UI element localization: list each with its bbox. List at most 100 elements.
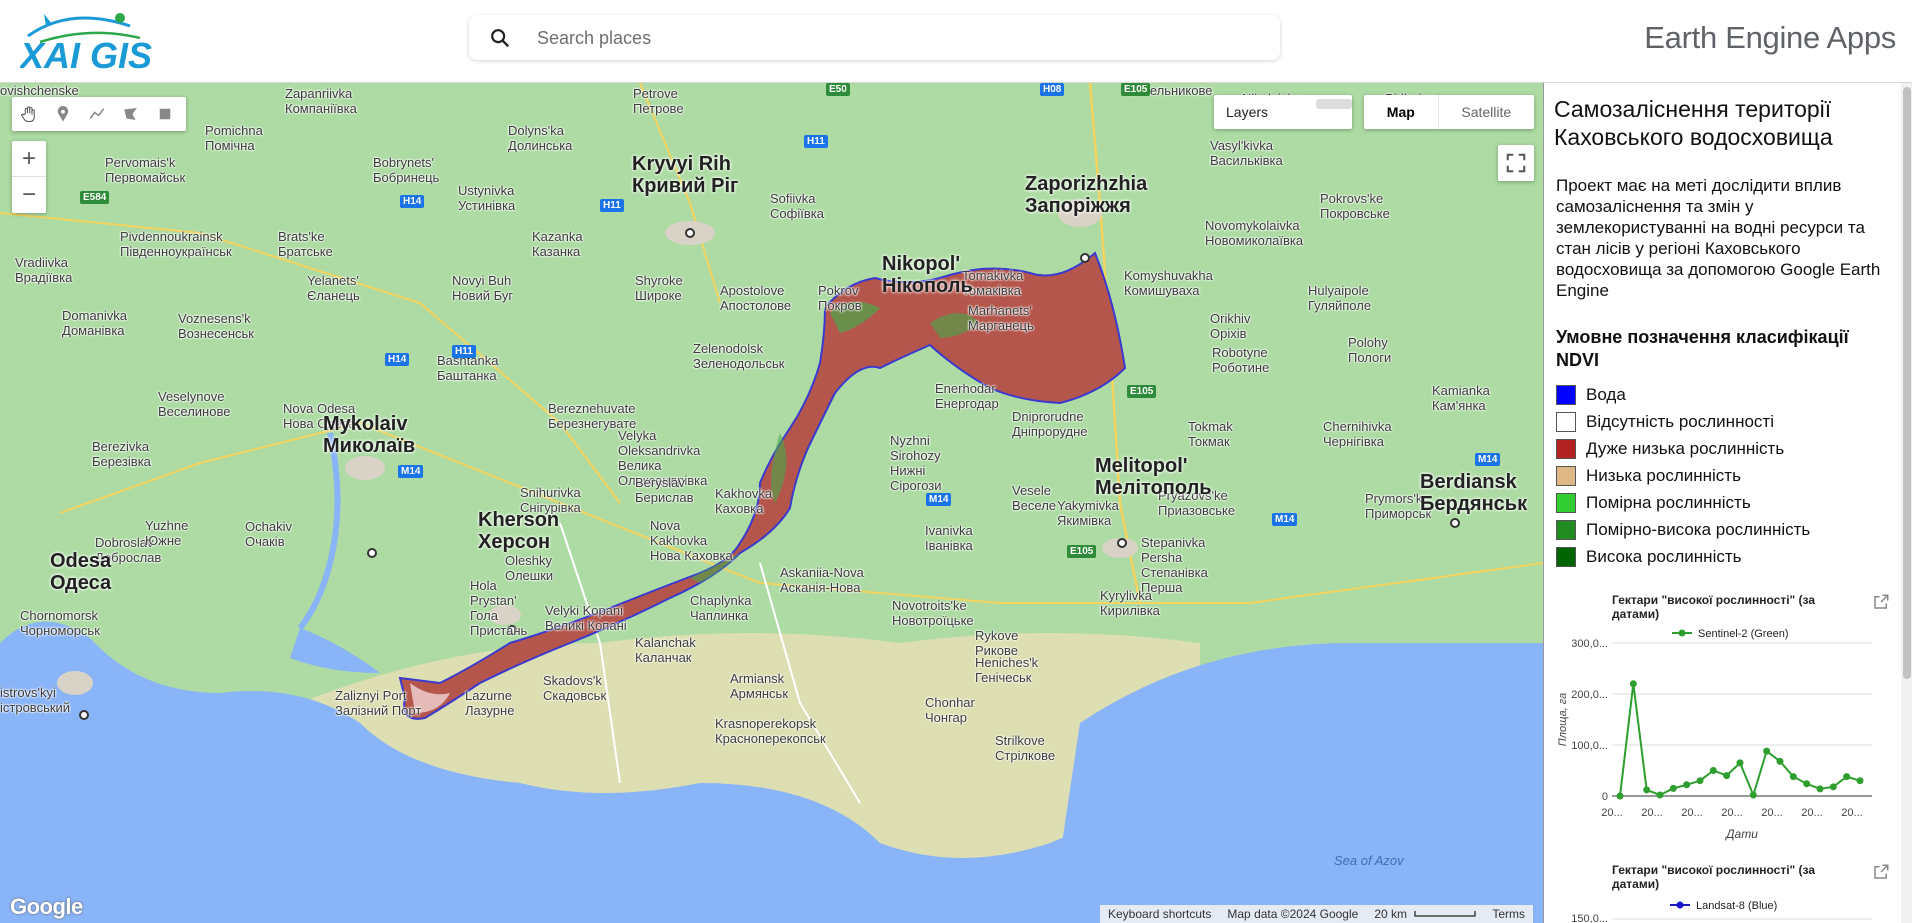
place-label[interactable]: Vesele Веселе: [1012, 483, 1056, 513]
city-label[interactable]: Kryvyi Rih Кривий Ріг: [632, 153, 738, 197]
place-label[interactable]: Domanivka Доманівка: [62, 308, 127, 338]
place-label[interactable]: Askaniia-Nova Асканія-Нова: [780, 565, 864, 595]
fullscreen-icon[interactable]: [1498, 145, 1534, 181]
place-label[interactable]: Yelanets' Єланець: [307, 273, 360, 303]
legend-label: Помірно-висока рослинність: [1586, 519, 1811, 539]
city-label[interactable]: Kherson Херсон: [478, 509, 559, 553]
place-label[interactable]: Beryslav Берислав: [635, 475, 693, 505]
place-label[interactable]: Yuzhne Южне: [145, 518, 188, 548]
place-label[interactable]: Komyshuvakha Комишуваха: [1124, 268, 1213, 298]
place-label[interactable]: Voznesens'k Вознесенськ: [178, 311, 254, 341]
place-label[interactable]: Kyrylivka Кирилівка: [1100, 588, 1160, 618]
place-label[interactable]: Chonhar Чонгар: [925, 695, 975, 725]
place-label[interactable]: Orikhiv Оріхів: [1210, 311, 1250, 341]
place-label[interactable]: Veselynove Веселинове: [158, 389, 230, 419]
place-label[interactable]: Pokrovs'ke Покровське: [1320, 191, 1390, 221]
map-type-map-button[interactable]: Map: [1364, 95, 1438, 129]
place-label[interactable]: Bobrynets' Бобринець: [373, 155, 439, 185]
place-label[interactable]: Bereznehuvate Березнегувате: [548, 401, 636, 431]
zoom-in-button[interactable]: +: [12, 141, 46, 177]
place-label[interactable]: Pivdennoukrainsk Південноукраїнськ: [120, 229, 232, 259]
place-label[interactable]: Yakymivka Якимівка: [1057, 498, 1119, 528]
place-label[interactable]: Hola Prystan' Гола Пристань: [470, 578, 527, 638]
place-label[interactable]: Enerhodar Енергодар: [935, 381, 999, 411]
zoom-out-button[interactable]: −: [12, 177, 46, 213]
place-label[interactable]: Krasnoperekopsk Красноперекопськ: [715, 716, 826, 746]
place-label[interactable]: Shyroke Широке: [635, 273, 683, 303]
place-label[interactable]: Stepanivka Persha Степанівка Перша: [1141, 535, 1208, 595]
place-label[interactable]: Pervomais'k Первомайськ: [105, 155, 185, 185]
place-label[interactable]: Nyzhni Sirohozy Нижні Сірогози: [890, 433, 942, 493]
city-label[interactable]: Berdiansk Бердянськ: [1420, 471, 1527, 515]
place-label[interactable]: Sofiivka Софіївка: [770, 191, 824, 221]
place-label[interactable]: Kalanchak Каланчак: [635, 635, 696, 665]
place-label[interactable]: Zapanriivka Компаніївка: [285, 86, 357, 116]
place-label[interactable]: Chaplynka Чаплинка: [690, 593, 751, 623]
place-label[interactable]: Kamianka Кам'янка: [1432, 383, 1490, 413]
place-label[interactable]: Heniches'k Генічеськ: [975, 655, 1038, 685]
place-label[interactable]: Chernihivka Чернігівка: [1323, 419, 1392, 449]
earth-engine-apps-title[interactable]: Earth Engine Apps: [1644, 20, 1896, 56]
marker-icon[interactable]: [46, 97, 80, 131]
place-label[interactable]: Brats'ke Братське: [278, 229, 333, 259]
layers-slider[interactable]: [1316, 99, 1352, 109]
polygon-icon[interactable]: [114, 97, 148, 131]
place-label[interactable]: Nova Kakhovka Нова Каховка: [650, 518, 733, 563]
scale-bar[interactable]: 20 km: [1366, 905, 1484, 923]
map-type-satellite-button[interactable]: Satellite: [1437, 95, 1534, 129]
place-label[interactable]: Robotyne Роботине: [1212, 345, 1269, 375]
panel-scrollbar[interactable]: [1901, 83, 1912, 923]
search-input[interactable]: [535, 24, 1239, 52]
place-label[interactable]: Zaliznyi Port Залізний Порт: [335, 688, 421, 718]
place-label[interactable]: Novyi Buh Новий Буг: [452, 273, 513, 303]
place-label[interactable]: ovishchenske: [0, 83, 79, 98]
city-label[interactable]: Nikopol' Нікополь: [882, 253, 973, 297]
place-label[interactable]: Kakhovka Каховка: [715, 486, 772, 516]
scrollbar-thumb[interactable]: [1903, 87, 1911, 679]
google-logo[interactable]: Google: [10, 894, 83, 920]
place-label[interactable]: Zelenodolsk Зеленодольськ: [693, 341, 784, 371]
place-label[interactable]: Ustynivka Устинівка: [458, 183, 515, 213]
xai-gis-logo[interactable]: XAI GIS: [18, 8, 155, 76]
city-label[interactable]: Zaporizhzhia Запоріжжя: [1025, 173, 1147, 217]
place-label[interactable]: Vasyl'kivka Васильківка: [1210, 138, 1283, 168]
pan-hand-icon[interactable]: [12, 97, 46, 131]
city-label[interactable]: Melitopol' Мелітополь: [1095, 455, 1212, 499]
place-label[interactable]: Dolyns'ka Долинська: [508, 123, 572, 153]
search-box[interactable]: [469, 15, 1280, 60]
place-label[interactable]: Pomichna Помічна: [205, 123, 263, 153]
place-label[interactable]: Berezivka Березівка: [92, 439, 151, 469]
terms-link[interactable]: Terms: [1484, 905, 1533, 923]
search-icon[interactable]: [489, 27, 511, 49]
place-label[interactable]: Apostolove Апостолове: [720, 283, 791, 313]
place-label[interactable]: Kazanka Казанка: [532, 229, 583, 259]
city-label[interactable]: Mykolaiv Миколаїв: [323, 413, 415, 457]
place-label[interactable]: Armiansk Армянськ: [730, 671, 788, 701]
place-label[interactable]: Velyki Kopani Великі Копані: [545, 603, 627, 633]
place-label[interactable]: Ochakiv Очаків: [245, 519, 292, 549]
place-label[interactable]: Rykove Рикове: [975, 628, 1018, 658]
place-label[interactable]: Tokmak Токмак: [1188, 419, 1233, 449]
place-label[interactable]: istrovs'kyi істровський: [0, 685, 70, 715]
place-label[interactable]: Strilkove Стрілкове: [995, 733, 1055, 763]
place-label[interactable]: Chornomorsk Чорноморськ: [20, 608, 100, 638]
place-label[interactable]: Polohy Пологи: [1348, 335, 1391, 365]
place-label[interactable]: Ivanivka Іванівка: [925, 523, 973, 553]
place-label[interactable]: Pokrov Покров: [818, 283, 862, 313]
place-label[interactable]: Novotroits'ke Новотроїцьке: [892, 598, 974, 628]
city-label[interactable]: Odesa Одеса: [50, 550, 111, 594]
place-label[interactable]: Marhanets' Марганець: [968, 303, 1034, 333]
place-label[interactable]: Hulyaipole Гуляйполе: [1308, 283, 1371, 313]
data-point: [1696, 777, 1704, 785]
place-label[interactable]: Vradiivka Врадіївка: [15, 255, 72, 285]
place-label[interactable]: Petrove Петрове: [633, 86, 684, 116]
rectangle-icon[interactable]: [148, 97, 182, 131]
place-label[interactable]: Skadovs'k Скадовськ: [543, 673, 606, 703]
line-icon[interactable]: [80, 97, 114, 131]
layers-control[interactable]: Layers: [1214, 95, 1352, 129]
place-label[interactable]: Novomykolaivka Новомиколаївка: [1205, 218, 1303, 248]
place-label[interactable]: Dniprorudne Дніпрорудне: [1012, 409, 1088, 439]
place-label[interactable]: Lazurne Лазурне: [465, 688, 514, 718]
keyboard-shortcuts-link[interactable]: Keyboard shortcuts: [1100, 905, 1219, 923]
map-canvas[interactable]: ovishchenske Zapanriivka Компаніївка Petrov…: [0, 83, 1543, 923]
